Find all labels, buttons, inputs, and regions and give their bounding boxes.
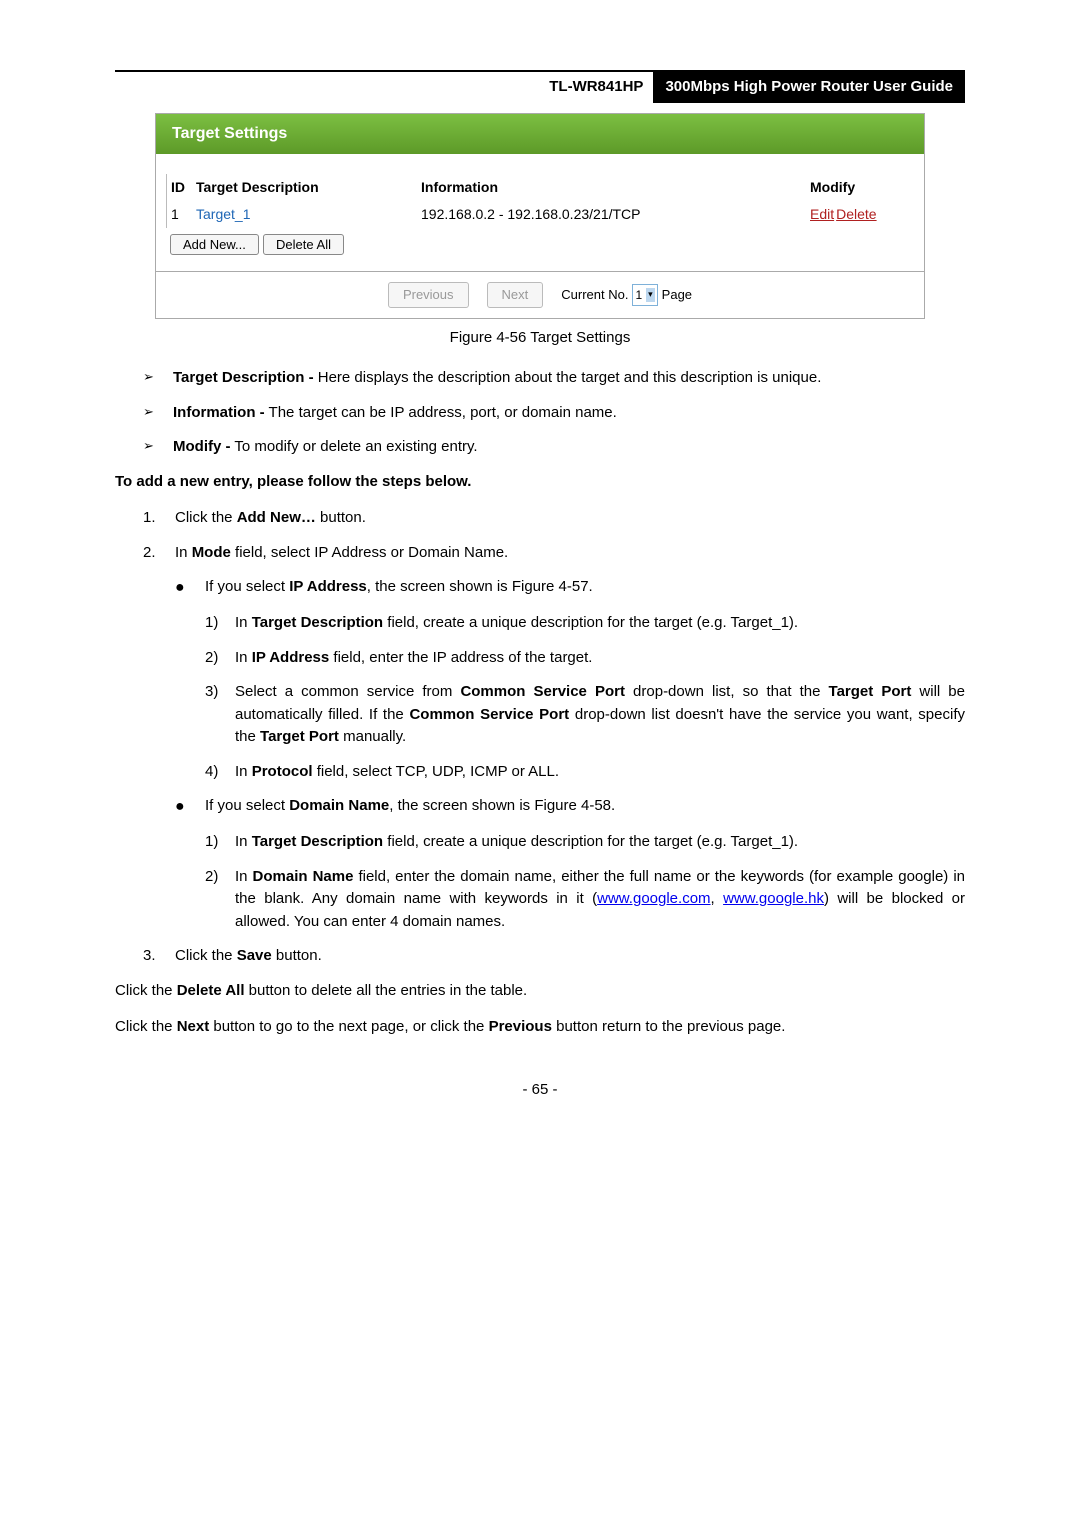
- table-row: 1 Target_1 192.168.0.2 - 192.168.0.23/21…: [166, 201, 914, 228]
- step-1: 1. Click the Add New… button.: [143, 507, 965, 530]
- delete-all-paragraph: Click the Delete All button to delete al…: [115, 980, 965, 1003]
- step-2-1-1: 1) In Target Description field, create a…: [205, 612, 965, 635]
- next-prev-paragraph: Click the Next button to go to the next …: [115, 1016, 965, 1039]
- step-2-2-1: 1) In Target Description field, create a…: [205, 831, 965, 854]
- step-2-1-4: 4) In Protocol field, select TCP, UDP, I…: [205, 761, 965, 784]
- th-mod: Modify: [810, 177, 910, 198]
- steps-heading: To add a new entry, please follow the st…: [115, 471, 965, 494]
- step-3: 3. Click the Save button.: [143, 945, 965, 968]
- td-desc: Target_1: [196, 204, 421, 225]
- link-google-hk[interactable]: www.google.hk: [723, 890, 824, 907]
- th-desc: Target Description: [196, 177, 421, 198]
- sub-ip-address: ● If you select IP Address, the screen s…: [175, 576, 965, 600]
- guide-title: 300Mbps High Power Router User Guide: [653, 72, 965, 103]
- model-label: TL-WR841HP: [539, 72, 653, 103]
- figure-caption: Figure 4-56 Target Settings: [115, 327, 965, 350]
- td-info: 192.168.0.2 - 192.168.0.23/21/TCP: [421, 204, 810, 225]
- figure-panel-title: Target Settings: [156, 114, 924, 154]
- bullet-target-description: ➢ Target Description - Here displays the…: [143, 367, 965, 390]
- step-2-1-3: 3) Select a common service from Common S…: [205, 681, 965, 749]
- figure-pager: Previous Next Current No. 1▾ Page: [156, 271, 924, 318]
- sub-domain-name: ● If you select Domain Name, the screen …: [175, 795, 965, 819]
- target-settings-figure: Target Settings ID Target Description In…: [155, 113, 925, 319]
- table-header-row: ID Target Description Information Modify: [166, 174, 914, 201]
- link-google-com[interactable]: www.google.com: [597, 890, 710, 907]
- edit-link[interactable]: Edit: [810, 206, 834, 222]
- page-number: - 65 -: [115, 1079, 965, 1102]
- step-2-1-2: 2) In IP Address field, enter the IP add…: [205, 647, 965, 670]
- delete-link[interactable]: Delete: [836, 206, 876, 222]
- next-button[interactable]: Next: [487, 282, 544, 308]
- add-new-button[interactable]: Add New...: [170, 234, 259, 255]
- delete-all-button[interactable]: Delete All: [263, 234, 344, 255]
- previous-button[interactable]: Previous: [388, 282, 469, 308]
- th-info: Information: [421, 177, 810, 198]
- page-dropdown[interactable]: 1▾: [632, 284, 657, 306]
- page-label: Page: [662, 285, 692, 305]
- page-selector: Current No. 1▾ Page: [561, 284, 692, 306]
- td-id: 1: [171, 204, 196, 225]
- bullet-modify: ➢ Modify - To modify or delete an existi…: [143, 436, 965, 459]
- chevron-down-icon: ▾: [646, 288, 655, 302]
- td-mod: EditDelete: [810, 204, 910, 225]
- page-header: TL-WR841HP 300Mbps High Power Router Use…: [115, 70, 965, 103]
- step-2-2-2: 2) In Domain Name field, enter the domai…: [205, 866, 965, 934]
- current-no-label: Current No.: [561, 285, 628, 305]
- step-2: 2. In Mode field, select IP Address or D…: [143, 542, 965, 565]
- th-id: ID: [171, 177, 196, 198]
- bullet-information: ➢ Information - The target can be IP add…: [143, 402, 965, 425]
